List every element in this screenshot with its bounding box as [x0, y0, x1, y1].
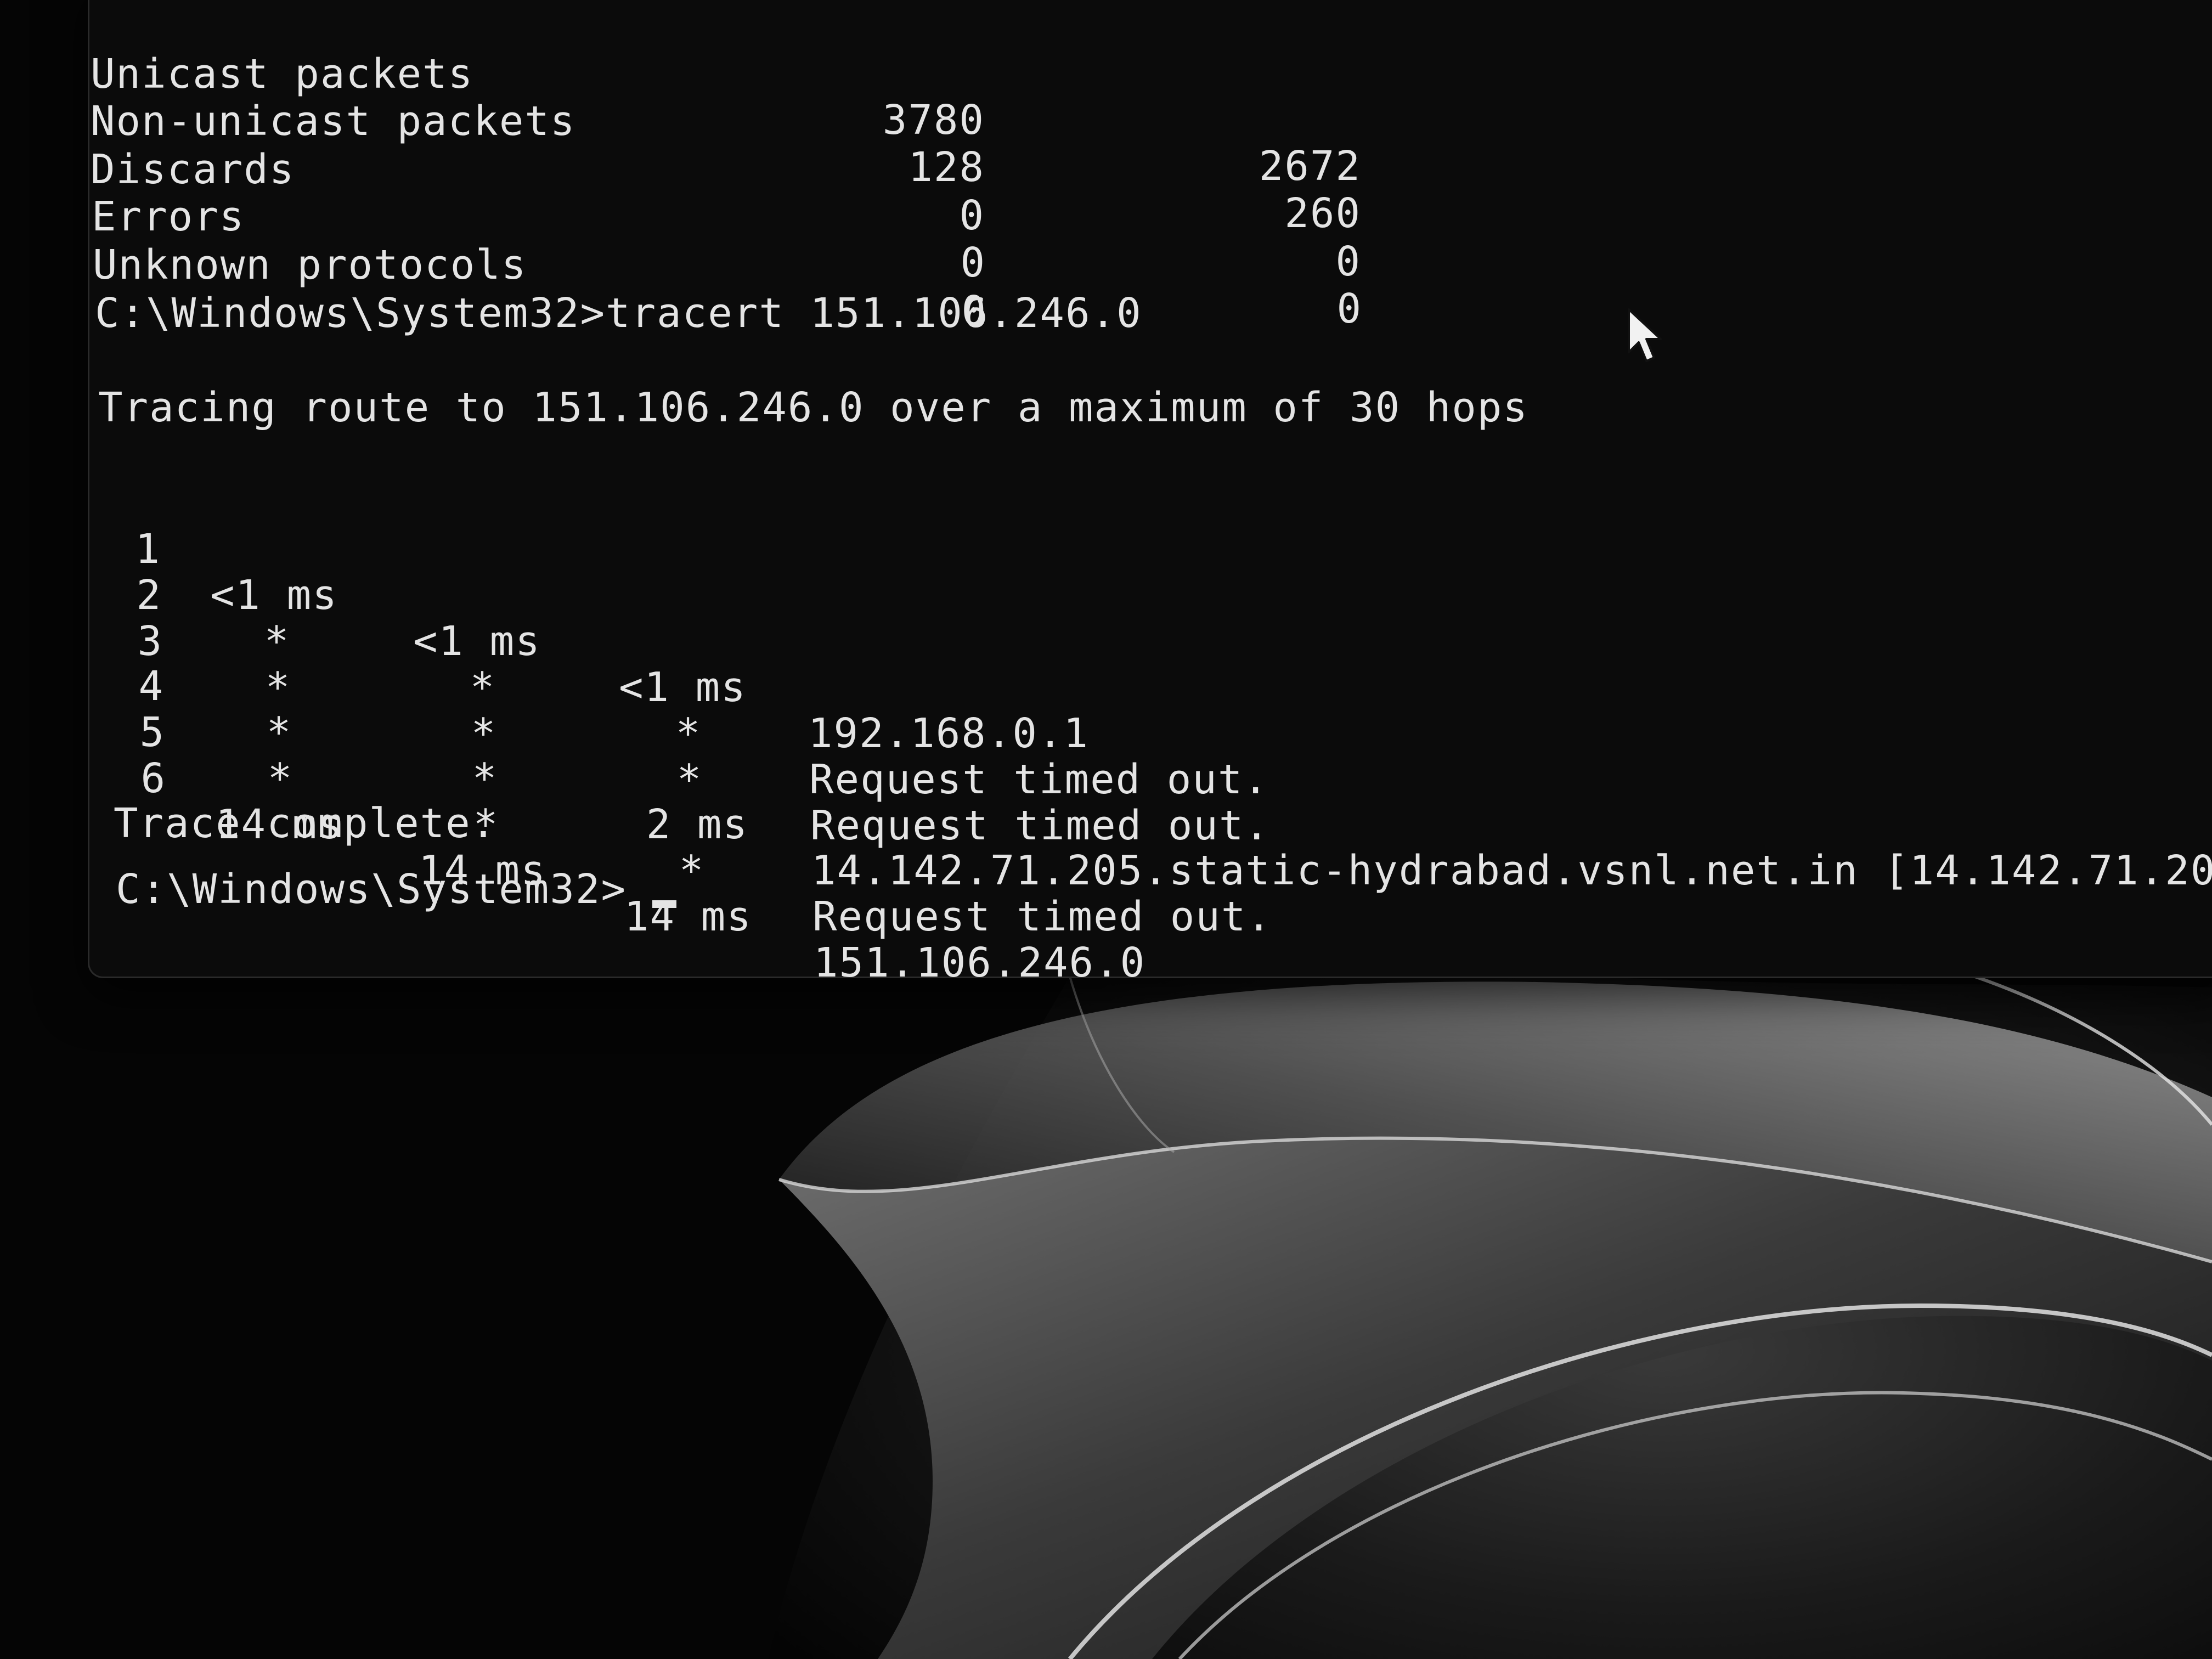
hop-host: 151.106.246.0 [814, 939, 1146, 986]
command-prompt[interactable]: C:\Windows\System32> [116, 866, 627, 912]
mouse-pointer-icon [1627, 307, 1665, 368]
hop-number: 6 [140, 755, 166, 802]
text-cursor-icon [652, 900, 676, 908]
hop-time-3: 14 ms [624, 893, 752, 940]
command-prompt-window[interactable]: Unicast packets 3780 2672 Non-unicast pa… [88, 0, 2212, 986]
stats-label: Unknown protocols [93, 241, 527, 289]
trace-complete: Trace complete. [114, 800, 497, 847]
tracing-header: Tracing route to 151.106.246.0 over a ma… [98, 384, 1528, 431]
command-line: C:\Windows\System32>tracert 151.106.246.… [95, 290, 1142, 337]
